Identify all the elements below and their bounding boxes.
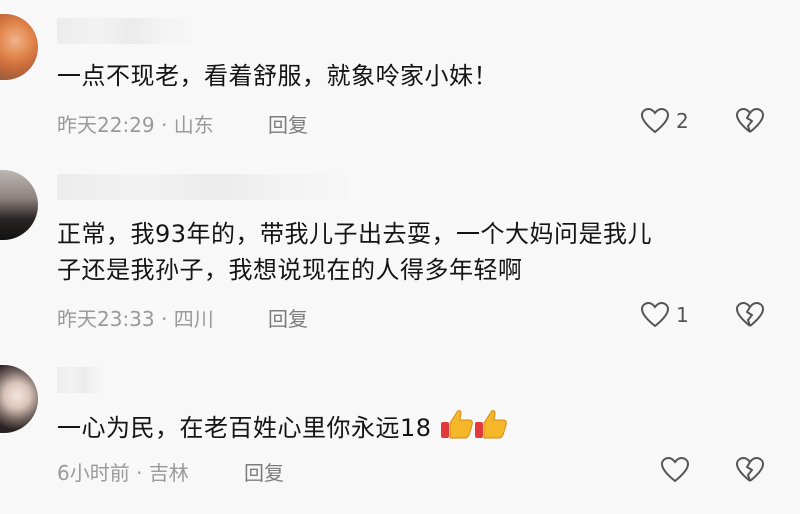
comment-3: 一心为民，在老百姓心里你永远18 6小时前 · 吉林 回复	[0, 355, 800, 514]
comment-location: 四川	[173, 307, 214, 331]
broken-heart-icon	[736, 108, 764, 133]
comment-location: 山东	[173, 113, 214, 137]
broken-heart-icon	[736, 302, 764, 327]
like-button[interactable]	[660, 456, 690, 484]
comment-text: 一点不现老，看着舒服，就象呤家小妹！	[57, 58, 498, 94]
heart-outline-icon	[660, 456, 690, 484]
like-button[interactable]: 2	[640, 107, 689, 135]
username-blurred[interactable]	[57, 174, 347, 200]
like-count: 2	[676, 109, 689, 133]
comment-text-line: 正常，我93年的，带我儿子出去耍，一个大妈问是我儿	[57, 220, 653, 248]
comment-2: 正常，我93年的，带我儿子出去耍，一个大妈问是我儿 子还是我孙子，我想说现在的人…	[0, 160, 800, 350]
username-blurred[interactable]	[57, 367, 105, 393]
thumbs-up-emoji	[474, 408, 508, 450]
comment-text-line: 一心为民，在老百姓心里你永远18	[57, 414, 432, 442]
meta-separator: ·	[161, 307, 168, 331]
like-button[interactable]: 1	[640, 301, 689, 329]
comment-time: 6小时前	[57, 461, 130, 485]
dislike-button[interactable]	[735, 456, 765, 484]
avatar[interactable]	[0, 365, 38, 433]
reply-button[interactable]: 回复	[244, 457, 284, 486]
like-count: 1	[676, 303, 689, 327]
comment-time: 昨天22:29	[57, 113, 155, 137]
dislike-button[interactable]	[735, 301, 765, 329]
dislike-button[interactable]	[735, 107, 765, 135]
comment-meta: 昨天23:33 · 四川	[57, 303, 214, 332]
meta-separator: ·	[136, 461, 143, 485]
comment-text-line: 子还是我孙子，我想说现在的人得多年轻啊	[57, 256, 523, 284]
heart-outline-icon	[640, 107, 670, 135]
comment-text: 正常，我93年的，带我儿子出去耍，一个大妈问是我儿 子还是我孙子，我想说现在的人…	[57, 216, 652, 288]
reply-button[interactable]: 回复	[268, 109, 308, 138]
comment-time: 昨天23:33	[57, 307, 155, 331]
heart-outline-icon	[640, 301, 670, 329]
avatar[interactable]	[0, 14, 38, 80]
comment-1: 一点不现老，看着舒服，就象呤家小妹！ 昨天22:29 · 山东 回复 2	[0, 0, 800, 150]
username-blurred[interactable]	[57, 18, 192, 44]
comment-text: 一心为民，在老百姓心里你永远18	[57, 408, 508, 450]
avatar[interactable]	[0, 170, 38, 240]
comment-location: 吉林	[148, 461, 189, 485]
reply-button[interactable]: 回复	[268, 303, 308, 332]
broken-heart-icon	[736, 457, 764, 482]
meta-separator: ·	[161, 113, 168, 137]
comment-meta: 6小时前 · 吉林	[57, 457, 189, 486]
thumbs-up-emoji	[440, 408, 474, 450]
comment-meta: 昨天22:29 · 山东	[57, 109, 214, 138]
comment-text-line: 一点不现老，看着舒服，就象呤家小妹！	[57, 62, 498, 90]
